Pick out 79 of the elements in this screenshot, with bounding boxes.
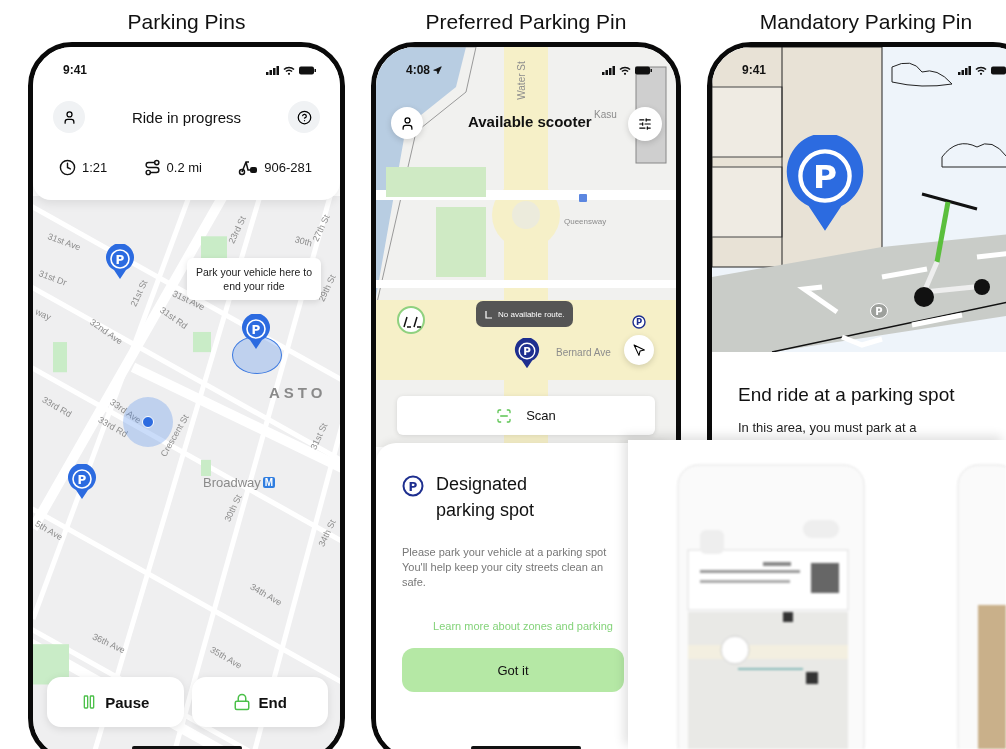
wifi-icon [975,65,987,75]
street-label: Water St [515,61,527,100]
end-ride-button[interactable]: End [191,677,328,727]
street-label: 33rd Rd [96,414,130,440]
street-label: 5th Ave [33,518,65,543]
street-label: 34th Ave [248,581,284,608]
park-area [193,331,211,353]
route-tooltip: No available route. [476,301,573,327]
street-label: Kasu [594,109,617,120]
pause-button[interactable]: Pause [47,677,184,727]
ride-stat: 906-281 [238,159,312,176]
district-label: ASTO [269,384,327,401]
street-label: 30th St [222,493,244,524]
location-arrow-icon [433,65,443,75]
parking-spot-icon: P [402,475,424,497]
street-label: 33rd Rd [40,394,74,420]
section-heading: Preferred Parking Pin [425,9,627,35]
park-area [201,459,211,476]
street-label: 21st St [128,278,150,309]
signal-icon [266,65,279,75]
parking-spot-icon[interactable]: P [632,315,646,329]
section-heading: Mandatory Parking Pin [759,9,973,35]
street-label: 32nd Ave [88,316,125,347]
wifi-icon [619,65,631,75]
description-text: In this area, you must park at a [738,420,918,435]
street-label: 31st Dr [37,268,68,288]
roundabout [512,201,540,229]
wifi-icon [283,65,295,75]
scan-button[interactable]: Scan [397,396,655,435]
street-label: Queensway [564,217,607,226]
lock-icon [232,693,251,711]
profile-button[interactable] [53,101,85,133]
street-label: Bernard Ave [556,347,611,358]
park-area [201,236,227,259]
park-area [33,644,69,685]
status-time: 4:08 [406,63,443,77]
parking-pin[interactable]: P [241,314,271,350]
battery-icon [991,65,1006,75]
parking-pin[interactable]: P [514,338,540,370]
screen-title: Ride in progress [131,108,242,126]
battery-icon [299,65,316,75]
route-icon [143,159,161,176]
street-label: 31st St [308,421,330,452]
help-button[interactable] [288,101,320,133]
ride-stat: 0.2 mi [143,159,202,176]
section-heading: Parking Pins [127,9,246,35]
sheet-description: Please park your vehicle at a parking spot You'll help keep your city streets clean an safe. [402,545,608,590]
got-it-button[interactable]: Got it [402,648,624,692]
clock-icon [59,159,76,176]
battery-icon [635,65,652,75]
metro-badge: M [262,477,276,488]
ground-parking-mark: P [870,303,888,319]
status-time: 9:41 [742,63,767,77]
signal-icon [602,65,615,75]
user-icon [399,115,415,131]
street-label: way [33,306,53,323]
bus-stop-icon [579,194,587,202]
scan-icon [496,407,513,424]
street-label: 23rd St [226,214,248,246]
parking-pin[interactable]: P [105,244,135,280]
street-label: 31st Ave [46,231,82,253]
street-label: 34th St [316,518,338,549]
user-icon [61,109,77,125]
parking-pin[interactable]: P [67,464,97,500]
sheet-title: Designated parking spot [436,473,536,522]
help-icon [296,109,312,125]
filter-icon [638,117,652,131]
street-label: 36th Ave [90,631,127,656]
screen-title: Available scooter [468,113,592,130]
screen-title: End ride at a parking spot [738,384,956,406]
status-time: 9:41 [63,63,88,77]
street-label: 35th Ave [208,644,244,671]
station-label: Broadway [203,475,261,490]
park-area [436,207,486,277]
park-area [53,342,67,373]
cloud-drawing [891,62,953,87]
navigation-arrow-icon [632,343,646,357]
signal-icon [958,65,971,75]
ride-stat: 1:21 [59,159,108,176]
